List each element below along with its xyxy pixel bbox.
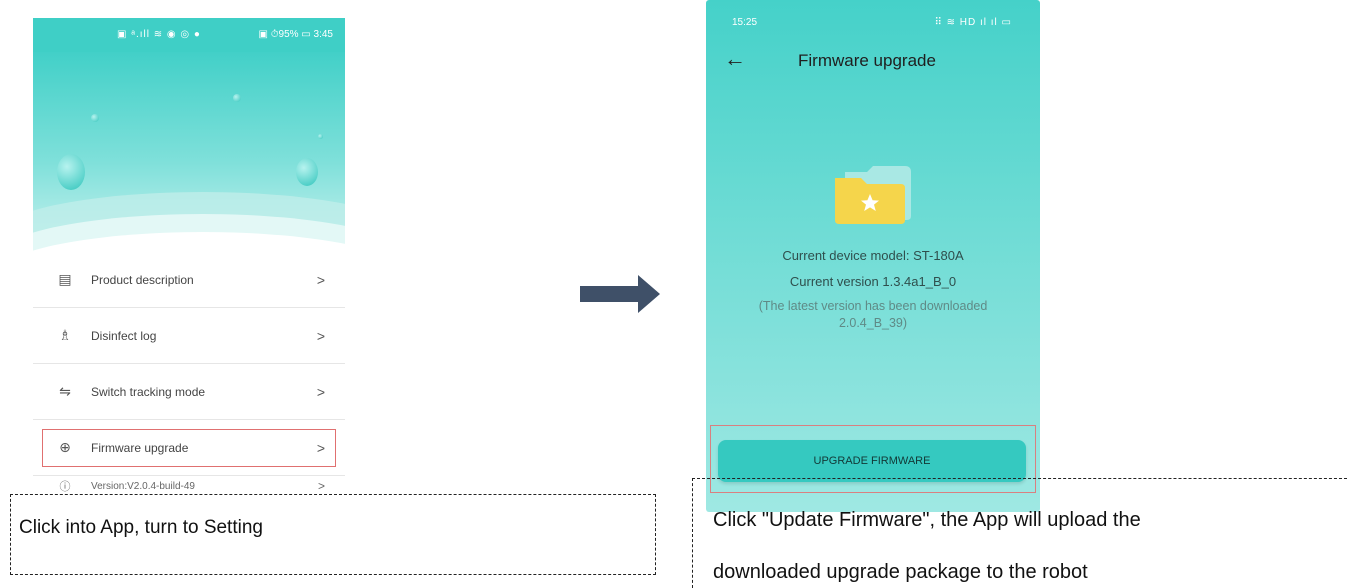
status-time: 15:25	[732, 17, 758, 28]
disinfect-icon: ♗	[58, 327, 72, 343]
info-icon: ⓘ	[59, 481, 71, 493]
version-label: Version:V2.0.4-build-49	[91, 480, 195, 492]
menu-item-label: Firmware upgrade	[91, 440, 189, 455]
status-icons: ▣ ᵃ.ıll ≋ ◉ ◎ ●	[117, 29, 201, 40]
settings-menu: ▤ Product description > ♗ Disinfect log …	[33, 252, 345, 476]
caption-right-line1: Click "Update Firmware", the App will up…	[713, 509, 1141, 531]
upload-circle-icon: ⊕	[59, 439, 71, 455]
chevron-right-icon: >	[316, 383, 325, 400]
page-title: Firmware upgrade	[798, 51, 936, 70]
firmware-upgrade-screen: 15:25 ⠿ ≋ HD ıl ıl ▭ ← Firmware upgrade …	[706, 0, 1040, 512]
status-battery-time: ▣ ⏱95% ▭ 3:45	[258, 29, 333, 40]
current-version-text: Current version 1.3.4a1_B_0	[789, 274, 957, 289]
menu-item-firmware-upgrade[interactable]: ⊕ Firmware upgrade >	[33, 420, 345, 476]
chevron-right-icon: >	[316, 327, 325, 344]
chevron-right-icon: >	[316, 271, 325, 288]
back-arrow-icon[interactable]: ←	[724, 48, 746, 70]
hero-banner	[33, 52, 345, 252]
bubble-decoration	[233, 94, 241, 102]
status-icons: ⠿ ≋ HD ıl ıl ▭	[934, 17, 1012, 28]
menu-item-disinfect-log[interactable]: ♗ Disinfect log >	[33, 308, 345, 364]
app-settings-screen: ▣ ᵃ.ıll ≋ ◉ ◎ ● ▣ ⏱95% ▭ 3:45 ▤ Product …	[33, 18, 345, 494]
menu-item-switch-tracking-mode[interactable]: ⇋ Switch tracking mode >	[33, 364, 345, 420]
chevron-right-icon: >	[316, 439, 325, 456]
caption-left-box: Click into App, turn to Setting	[10, 494, 656, 575]
menu-item-label: Switch tracking mode	[91, 384, 206, 399]
book-icon: ▤	[58, 271, 72, 287]
chevron-right-icon: >	[317, 479, 325, 493]
caption-left-text: Click into App, turn to Setting	[19, 517, 263, 538]
bubble-decoration	[296, 158, 318, 186]
upgrade-firmware-button[interactable]: UPGRADE FIRMWARE	[718, 440, 1026, 482]
menu-item-version[interactable]: ⓘ Version:V2.0.4-build-49 >	[33, 476, 345, 494]
bubble-decoration	[91, 114, 99, 122]
flow-arrow-icon	[580, 275, 660, 313]
menu-item-product-description[interactable]: ▤ Product description >	[33, 252, 345, 308]
firmware-info: Current device model: ST-180A Current ve…	[706, 248, 1040, 332]
device-model-text: Current device model: ST-180A	[782, 248, 964, 263]
menu-item-label: Product description	[91, 272, 194, 287]
latest-version-note: (The latest version has been downloaded …	[758, 299, 988, 330]
switch-icon: ⇋	[59, 383, 71, 399]
menu-item-label: Disinfect log	[91, 328, 157, 343]
caption-right-line2: downloaded upgrade package to the robot	[713, 561, 1088, 583]
caption-right-box: Click "Update Firmware", the App will up…	[692, 478, 1348, 588]
folder-star-icon	[835, 166, 911, 224]
bubble-decoration	[57, 154, 85, 190]
bubble-decoration	[318, 134, 323, 139]
status-bar: ▣ ᵃ.ıll ≋ ◉ ◎ ● ▣ ⏱95% ▭ 3:45	[33, 18, 345, 52]
